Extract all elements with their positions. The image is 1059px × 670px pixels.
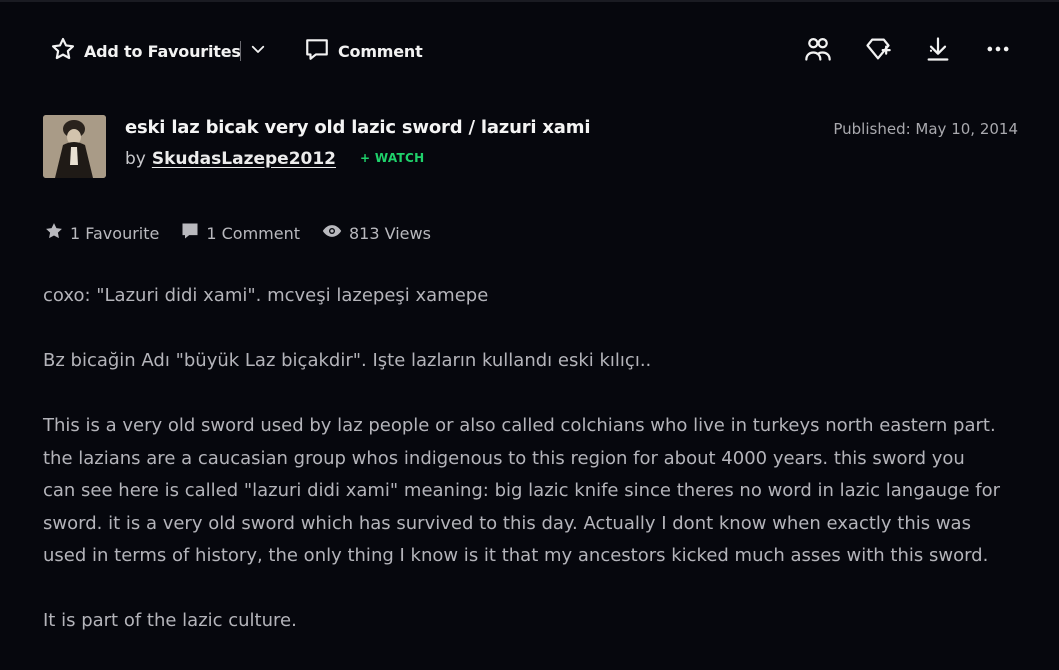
comment-icon	[304, 36, 330, 66]
more-options-button[interactable]	[983, 36, 1013, 66]
comment-filled-icon	[180, 221, 206, 245]
download-icon	[924, 35, 952, 67]
add-to-favourites-button[interactable]: Add to Favourites	[50, 37, 241, 65]
more-icon	[984, 35, 1012, 67]
views-count: 813 Views	[349, 223, 431, 243]
comment-label: Comment	[338, 41, 423, 61]
published-date: Published: May 10, 2014	[833, 120, 1018, 138]
toolbar-divider	[240, 41, 241, 61]
eye-icon	[321, 221, 349, 245]
favourites-stat[interactable]: 1 Favourite	[44, 221, 159, 245]
deviation-title: eski laz bicak very old lazic sword / la…	[125, 117, 591, 138]
description-paragraph: coxo: "Lazuri didi xami". mcveşi lazepeş…	[43, 285, 489, 306]
add-to-favourites-label: Add to Favourites	[84, 41, 241, 61]
views-stat: 813 Views	[321, 221, 431, 245]
comments-count: 1 Comment	[206, 223, 300, 243]
group-button[interactable]	[803, 36, 833, 66]
description-paragraph: It is part of the lazic culture.	[43, 610, 297, 631]
star-icon	[44, 221, 70, 245]
group-icon	[804, 35, 832, 67]
chevron-down-icon	[249, 40, 267, 62]
comment-button[interactable]: Comment	[304, 37, 423, 65]
action-toolbar: Add to Favourites Comment	[0, 0, 1059, 100]
description-paragraph: This is a very old sword used by laz peo…	[43, 415, 1001, 566]
stats-bar: 1 Favourite 1 Comment 813 Views	[44, 221, 452, 245]
avatar[interactable]	[43, 115, 106, 178]
download-button[interactable]	[923, 36, 953, 66]
watch-button[interactable]: + WATCH	[360, 151, 424, 165]
comments-stat[interactable]: 1 Comment	[180, 221, 300, 245]
byline: by SkudasLazepe2012 + WATCH	[125, 149, 424, 169]
description: coxo: "Lazuri didi xami". mcveşi lazepeş…	[43, 280, 1028, 670]
star-outline-icon	[50, 36, 76, 66]
by-label: by	[125, 149, 146, 169]
author-link[interactable]: SkudasLazepe2012	[152, 149, 336, 169]
badge-add-icon	[864, 35, 892, 67]
description-paragraph: Bz bicağin Adı "büyük Laz biçakdir". Işt…	[43, 350, 652, 371]
give-badge-button[interactable]	[863, 36, 893, 66]
favourites-count: 1 Favourite	[70, 223, 160, 243]
favourites-dropdown-button[interactable]	[246, 38, 270, 64]
